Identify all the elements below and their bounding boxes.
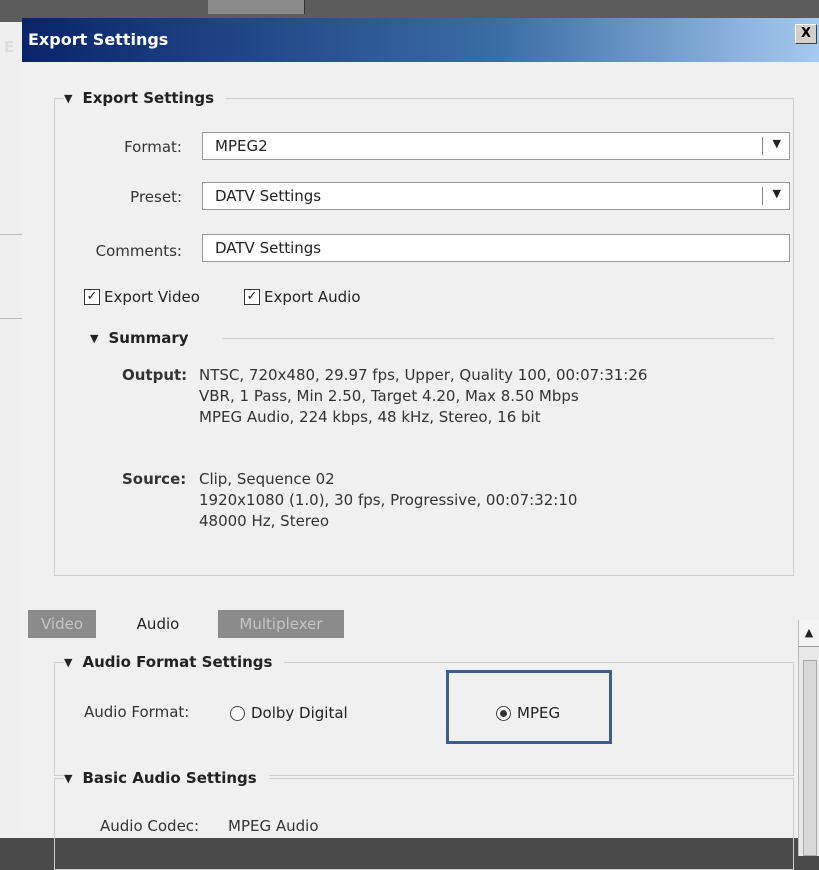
background-thumb	[264, 0, 305, 14]
output-details: NTSC, 720x480, 29.97 fps, Upper, Quality…	[199, 365, 647, 428]
format-value: MPEG2	[215, 137, 268, 155]
title-bar[interactable]: Export Settings X	[22, 18, 819, 62]
audio-format-settings-heading: Audio Format Settings	[82, 653, 273, 671]
source-line: 1920x1080 (1.0), 30 fps, Progressive, 00…	[199, 491, 578, 509]
preset-value: DATV Settings	[215, 187, 322, 205]
checkmark-icon: ✓	[244, 289, 260, 305]
background-divider	[0, 234, 22, 235]
dropdown-arrow-icon: ▼	[772, 187, 781, 200]
collapse-triangle-icon: ▼	[64, 655, 73, 669]
export-video-checkbox[interactable]: ✓ Export Video	[84, 288, 200, 306]
basic-audio-settings-heading: Basic Audio Settings	[82, 769, 257, 787]
dropdown-arrow-icon: ▼	[772, 137, 781, 150]
summary-heading: Summary	[108, 329, 189, 347]
summary-header[interactable]: ▼ Summary	[90, 329, 189, 347]
preset-select[interactable]: DATV Settings ▼	[202, 182, 790, 210]
comments-value: DATV Settings	[215, 239, 322, 257]
highlight-box	[446, 670, 612, 744]
output-line: NTSC, 720x480, 29.97 fps, Upper, Quality…	[199, 366, 648, 384]
export-audio-label: Export Audio	[264, 288, 361, 306]
radio-circle-icon	[230, 705, 245, 721]
scroll-up-arrow-icon[interactable]: ▲	[799, 620, 819, 647]
output-line: MPEG Audio, 224 kbps, 48 kHz, Stereo, 16…	[199, 408, 541, 426]
format-label: Format:	[124, 138, 182, 156]
export-settings-heading: Export Settings	[82, 89, 215, 107]
preset-label: Preset:	[130, 188, 182, 206]
source-details: Clip, Sequence 02 1920x1080 (1.0), 30 fp…	[199, 469, 577, 532]
audio-format-label: Audio Format:	[84, 703, 190, 721]
summary-divider	[222, 338, 774, 339]
basic-audio-settings-header[interactable]: ▼ Basic Audio Settings	[64, 769, 269, 787]
scroll-thumb[interactable]	[803, 660, 817, 856]
collapse-triangle-icon: ▼	[64, 771, 73, 785]
source-line: Clip, Sequence 02	[199, 470, 335, 488]
combo-separator	[762, 137, 763, 155]
vertical-scrollbar[interactable]: ▲	[798, 620, 819, 856]
audio-codec-value: MPEG Audio	[228, 817, 319, 835]
audio-format-settings-header[interactable]: ▼ Audio Format Settings	[64, 653, 285, 671]
tab-video[interactable]: Video	[28, 610, 96, 638]
radio-dolby-digital[interactable]: Dolby Digital	[230, 704, 348, 722]
combo-separator	[762, 187, 763, 205]
audio-codec-label: Audio Codec:	[100, 817, 200, 835]
export-settings-header[interactable]: ▼ Export Settings	[64, 89, 227, 107]
source-line: 48000 Hz, Stereo	[199, 512, 330, 530]
background-panel	[0, 22, 22, 838]
output-line: VBR, 1 Pass, Min 2.50, Target 4.20, Max …	[199, 387, 579, 405]
export-settings-dialog: Export Settings X ▼ Export Settings Form…	[22, 18, 819, 870]
output-label: Output:	[122, 366, 188, 384]
export-video-label: Export Video	[104, 288, 200, 306]
background-partial-text: E	[4, 38, 15, 56]
window-title: Export Settings	[28, 30, 169, 49]
comments-label: Comments:	[95, 242, 182, 260]
collapse-triangle-icon: ▼	[64, 91, 73, 105]
comments-input[interactable]: DATV Settings	[202, 234, 790, 262]
close-button[interactable]: X	[795, 24, 817, 44]
tab-multiplexer[interactable]: Multiplexer	[218, 610, 344, 638]
source-label: Source:	[122, 470, 187, 488]
dolby-digital-label: Dolby Digital	[251, 704, 348, 722]
background-divider	[0, 318, 22, 319]
tab-audio[interactable]: Audio	[110, 610, 206, 638]
collapse-triangle-icon: ▼	[90, 331, 99, 345]
checkmark-icon: ✓	[84, 289, 100, 305]
format-select[interactable]: MPEG2 ▼	[202, 132, 790, 160]
background-thumb	[208, 0, 265, 14]
export-audio-checkbox[interactable]: ✓ Export Audio	[244, 288, 361, 306]
